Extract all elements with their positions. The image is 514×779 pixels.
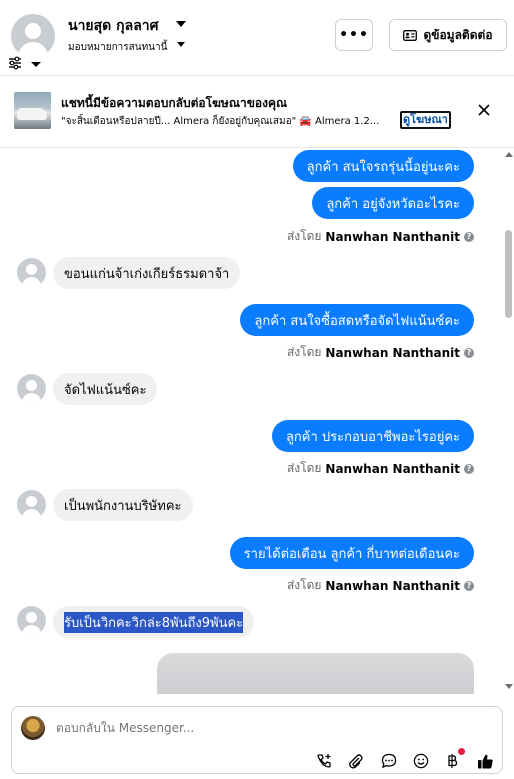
baht-payment-icon[interactable] <box>443 752 461 770</box>
outgoing-message[interactable]: ลูกค้า สนใจรถรุ่นนี้อยู่นะคะ <box>292 150 474 182</box>
contact-avatar[interactable] <box>17 374 46 403</box>
page-avatar <box>21 716 45 740</box>
assign-conversation-label[interactable]: มอบหมายการสนทนานี้ <box>68 40 167 55</box>
outgoing-message[interactable]: ลูกค้า อยู่จังหวัดอะไรคะ <box>312 187 474 219</box>
view-contact-info-button[interactable]: ดูข้อมูลติดต่อ <box>389 19 507 51</box>
saved-replies-icon[interactable] <box>380 752 398 770</box>
sent-by-label: ส่งโดย Nanwhan Nanthanit ? <box>287 576 474 595</box>
image-attachment[interactable] <box>157 653 474 694</box>
sent-by-label: ส่งโดย Nanwhan Nanthanit ? <box>287 227 474 246</box>
incoming-message[interactable]: เป็นพนักงานบริษัทคะ <box>53 489 193 521</box>
chevron-down-icon[interactable] <box>31 62 41 67</box>
chevron-down-icon[interactable] <box>177 42 185 47</box>
message-thread[interactable]: ลูกค้า สนใจรถรุ่นนี้อยู่นะคะ ลูกค้า อยู่… <box>0 148 503 694</box>
sent-by-prefix: ส่งโดย <box>286 461 322 475</box>
more-options-button[interactable]: ••• <box>335 19 373 51</box>
selected-text[interactable]: รับเป็นวิกคะวิกล่ะ8พันถึง9พันคะ <box>64 611 244 633</box>
sent-by-prefix: ส่งโดย <box>286 578 322 592</box>
add-call-icon[interactable] <box>315 752 333 770</box>
ad-reply-banner: แชทนี้มีข้อความตอบกลับต่อโฆษณาของคุณ "จะ… <box>0 76 514 148</box>
info-icon[interactable]: ? <box>464 347 474 358</box>
sent-by-label: ส่งโดย Nanwhan Nanthanit ? <box>287 343 474 362</box>
notification-dot <box>458 748 465 755</box>
sent-by-label: ส่งโดย Nanwhan Nanthanit ? <box>287 459 474 478</box>
sender-name: Nanwhan Nanthanit <box>325 461 460 476</box>
contact-avatar[interactable] <box>11 14 55 58</box>
view-ad-link[interactable]: ดูโฆษณา <box>400 111 451 129</box>
outgoing-message[interactable]: รายได้ต่อเดือน ลูกค้า กี่บาทต่อเดือนคะ <box>229 537 474 569</box>
more-label: ••• <box>339 27 369 43</box>
scrollbar-thumb[interactable] <box>505 230 512 318</box>
scroll-up-arrow-icon[interactable] <box>505 152 513 157</box>
incoming-message[interactable]: ขอนแก่นจ้าเก่งเกียร์ธรมดาจ้า <box>53 257 241 289</box>
conversation-header: นายสุด กุลลาศ มอบหมายการสนทนานี้ ••• ดูข… <box>0 0 514 76</box>
contact-avatar[interactable] <box>17 606 46 635</box>
sender-name: Nanwhan Nanthanit <box>325 578 460 593</box>
close-icon[interactable] <box>475 101 493 119</box>
info-icon[interactable]: ? <box>464 231 474 242</box>
contact-name[interactable]: นายสุด กุลลาศ <box>68 15 159 37</box>
paperclip-icon[interactable] <box>347 752 365 770</box>
info-icon[interactable]: ? <box>464 463 474 474</box>
sent-by-prefix: ส่งโดย <box>286 229 322 243</box>
contact-avatar[interactable] <box>17 490 46 519</box>
sender-name: Nanwhan Nanthanit <box>325 345 460 360</box>
ad-banner-title: แชทนี้มีข้อความตอบกลับต่อโฆษณาของคุณ <box>61 96 288 110</box>
outgoing-message[interactable]: ลูกค้า สนใจซื้อสดหรือจัดไฟแน้นซ์คะ <box>240 304 474 336</box>
incoming-message[interactable]: จัดไฟแน้นซ์คะ <box>53 373 158 405</box>
contact-avatar[interactable] <box>17 258 46 287</box>
sender-name: Nanwhan Nanthanit <box>325 229 460 244</box>
message-composer <box>11 706 503 774</box>
outgoing-message[interactable]: ลูกค้า ประกอบอาชีพอะไรอยู่คะ <box>271 420 474 452</box>
incoming-message[interactable]: รับเป็นวิกคะวิกล่ะ8พันถึง9พันคะ <box>53 606 255 638</box>
ad-preview-text: "จะสิ้นเดือนหรือปลายปี... Almera ก็ยังอย… <box>61 116 380 127</box>
info-icon[interactable]: ? <box>464 580 474 591</box>
chevron-down-icon[interactable] <box>176 21 186 27</box>
ad-thumbnail[interactable] <box>14 92 51 129</box>
message-scrollbar[interactable] <box>503 148 514 694</box>
scroll-down-arrow-icon[interactable] <box>505 684 513 689</box>
thumbs-up-icon[interactable] <box>476 752 494 770</box>
sliders-icon[interactable] <box>8 56 22 70</box>
view-contact-info-label: ดูข้อมูลติดต่อ <box>423 27 493 42</box>
contact-card-icon <box>403 29 418 41</box>
emoji-icon[interactable] <box>412 752 430 770</box>
sent-by-prefix: ส่งโดย <box>286 345 322 359</box>
reply-input[interactable] <box>56 721 356 735</box>
